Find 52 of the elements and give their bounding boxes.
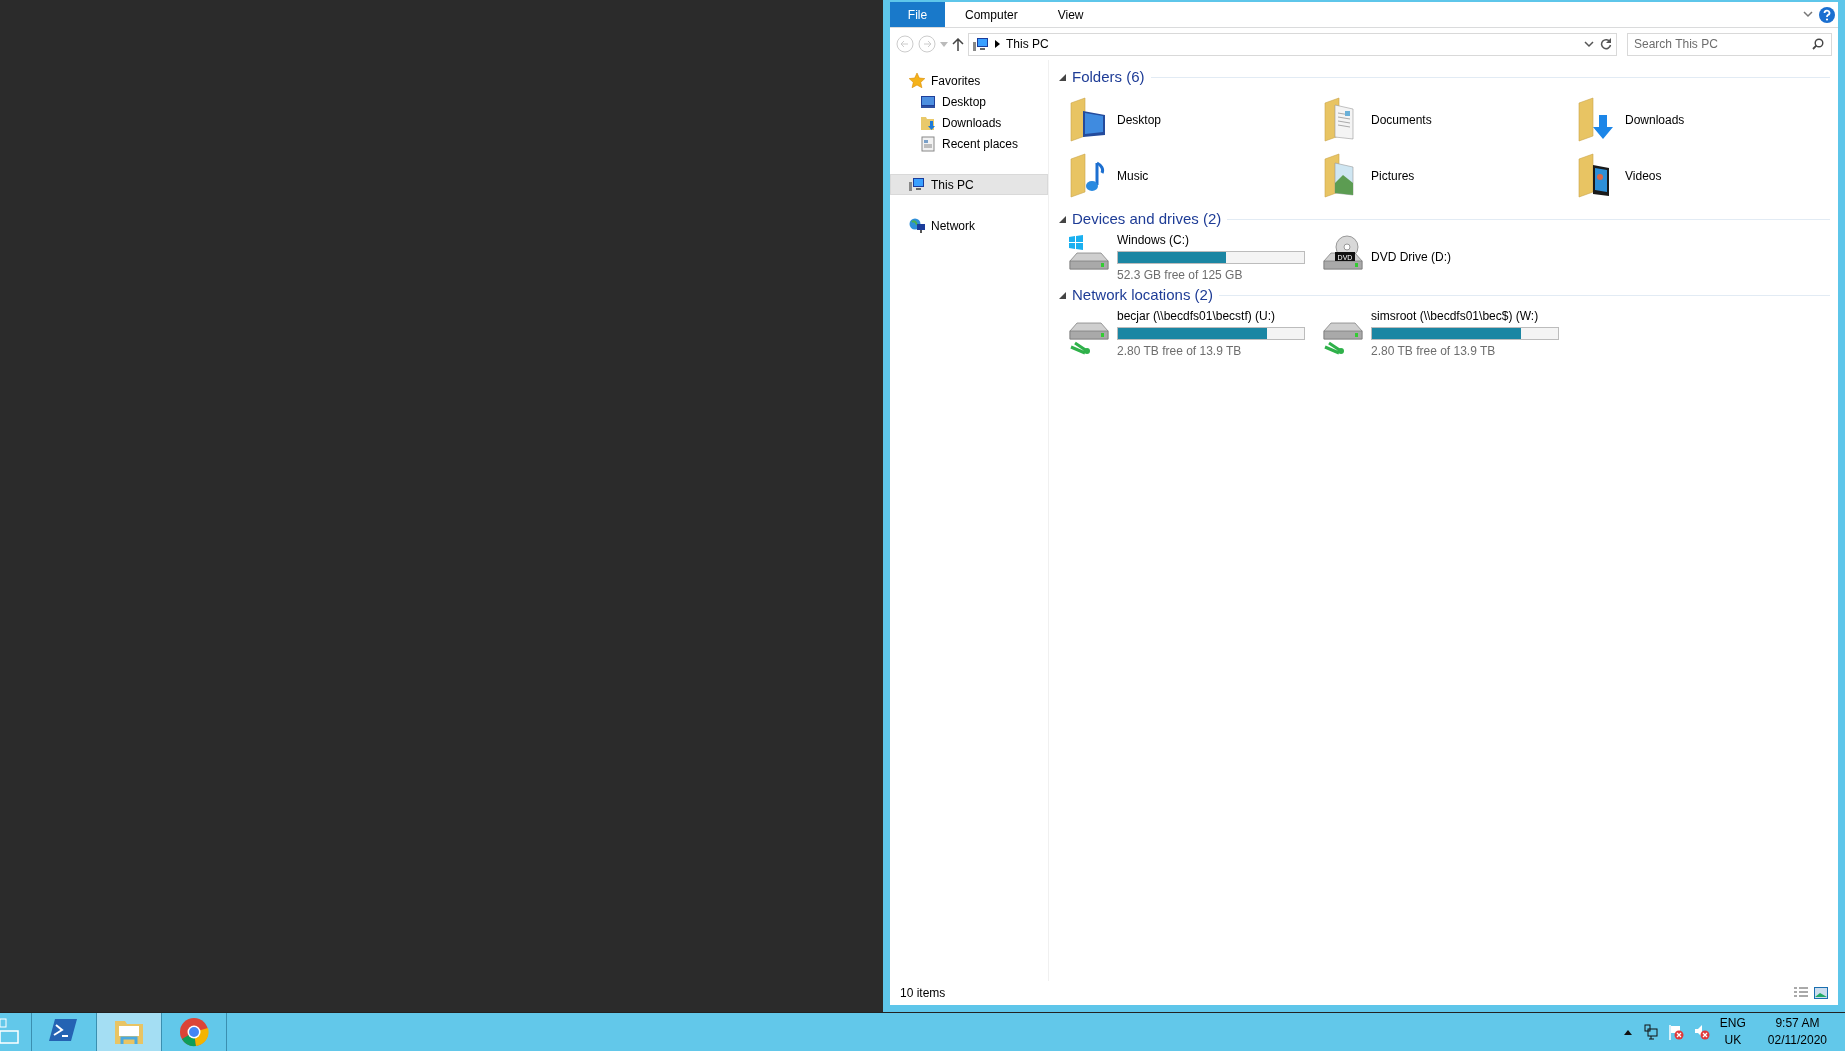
- nav-item[interactable]: This PC: [890, 174, 1048, 195]
- search-field[interactable]: Search This PC: [1627, 32, 1832, 56]
- section-heading[interactable]: Folders (6): [1072, 65, 1145, 89]
- network-icon: [909, 217, 925, 234]
- network-status-icon[interactable]: [1641, 1024, 1658, 1040]
- collapse-triangle-icon[interactable]: [1059, 73, 1066, 81]
- folder-item[interactable]: Pictures: [1321, 148, 1575, 204]
- taskbar-button[interactable]: [97, 1013, 162, 1051]
- folder-item[interactable]: Downloads: [1575, 92, 1829, 148]
- folder-item[interactable]: Videos: [1575, 148, 1829, 204]
- section-heading[interactable]: Network locations (2): [1072, 283, 1213, 307]
- language-indicator[interactable]: ENG UK: [1719, 1015, 1746, 1049]
- nav-item[interactable]: Favorites: [890, 70, 1048, 91]
- nav-item[interactable]: Recent places: [890, 133, 1048, 154]
- help-icon[interactable]: [1819, 6, 1835, 23]
- collapse-triangle-icon[interactable]: [1059, 291, 1066, 299]
- nav-item[interactable]: Network: [890, 215, 1048, 236]
- download-folder-icon: [920, 114, 936, 131]
- browser-icon: [179, 1017, 209, 1047]
- ribbon-tab[interactable]: Computer: [945, 2, 1038, 27]
- file-menu-button[interactable]: File: [890, 2, 945, 27]
- breadcrumb-arrow-icon: [995, 40, 1000, 48]
- clock[interactable]: 9:57 AM 02/11/2020: [1767, 1015, 1827, 1049]
- ribbon-tab[interactable]: View: [1037, 2, 1104, 27]
- flag-error-icon[interactable]: [1667, 1024, 1684, 1040]
- nav-item[interactable]: Desktop: [890, 91, 1048, 112]
- up-arrow-icon[interactable]: [952, 37, 964, 51]
- section-heading[interactable]: Devices and drives (2): [1072, 207, 1222, 231]
- taskbar-button[interactable]: [0, 1013, 32, 1051]
- chevron-down-icon[interactable]: [1803, 11, 1813, 18]
- chevron-down-icon[interactable]: [1584, 40, 1594, 48]
- star-icon: [909, 72, 925, 89]
- refresh-icon[interactable]: [1600, 38, 1612, 50]
- folder-item[interactable]: Documents: [1321, 92, 1575, 148]
- desktop-icon: [920, 93, 936, 110]
- nav-item[interactable]: Downloads: [890, 112, 1048, 133]
- collapse-triangle-icon[interactable]: [1059, 215, 1066, 223]
- folder-item[interactable]: Desktop: [1067, 92, 1321, 148]
- address-path[interactable]: This PC: [1006, 35, 1049, 53]
- computer-icon: [973, 37, 989, 51]
- speaker-muted-icon[interactable]: [1693, 1024, 1710, 1040]
- large-icons-view-icon[interactable]: [1814, 987, 1828, 999]
- show-hidden-icons-icon[interactable]: [1623, 1029, 1632, 1035]
- item-count: 10 items: [900, 985, 946, 1002]
- details-view-icon[interactable]: [1794, 987, 1808, 999]
- drive-item[interactable]: becjar (\\becdfs01\becstf) (U:) 2.80 TB free of 13.9 TB: [1067, 310, 1321, 356]
- drive-item[interactable]: simsroot (\\becdfs01\bec$) (W:) 2.80 TB free of 13.9 TB: [1321, 310, 1575, 356]
- recent-places-icon: [920, 135, 936, 152]
- folder-item[interactable]: Music: [1067, 148, 1321, 204]
- drive-item[interactable]: Windows (C:) 52.3 GB free of 125 GB: [1067, 234, 1321, 280]
- computer-icon: [909, 176, 925, 193]
- address-bar[interactable]: This PC: [968, 32, 1617, 56]
